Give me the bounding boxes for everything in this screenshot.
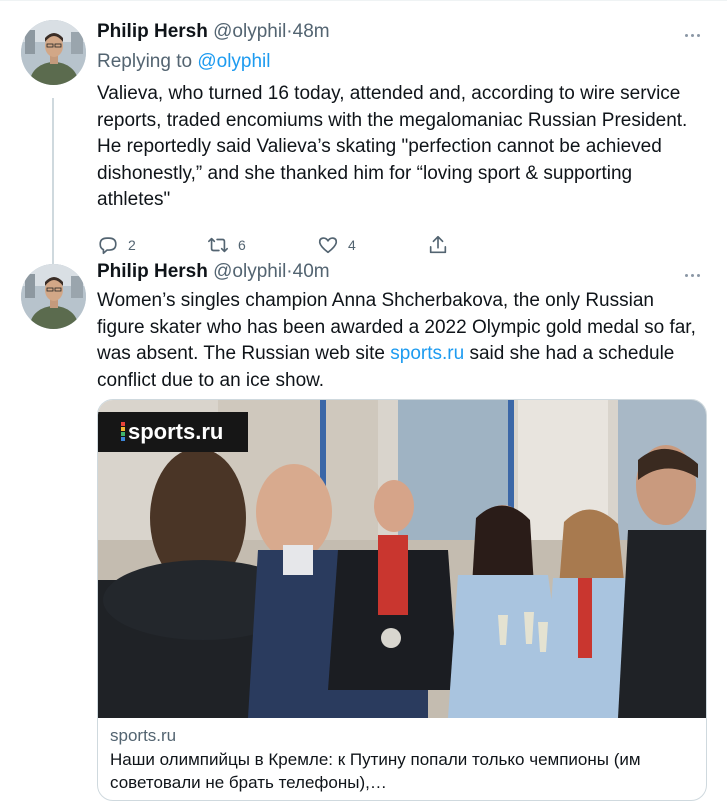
card-meta: sports.ru Наши олимпийцы в Кремле: к Пут…: [110, 724, 694, 794]
top-divider: [0, 0, 727, 1]
share-button[interactable]: [427, 234, 458, 256]
tweet-text: Women’s singles champion Anna Shcherbako…: [97, 288, 705, 394]
author-handle[interactable]: @olyphil: [213, 261, 286, 282]
link-card[interactable]: sports.ru sports.ru Наши олимпийцы в Кре…: [97, 399, 707, 801]
avatar[interactable]: [21, 20, 86, 85]
author-name[interactable]: Philip Hersh: [97, 261, 208, 282]
avatar[interactable]: [21, 264, 86, 329]
brand-text: sports.ru: [128, 419, 224, 444]
author-name[interactable]: Philip Hersh: [97, 21, 208, 42]
reply-count: 2: [128, 236, 136, 253]
brand-logo-icon: [121, 422, 125, 442]
card-domain: sports.ru: [110, 726, 177, 745]
like-count: 4: [348, 236, 356, 253]
tweet-link[interactable]: sports.ru: [390, 343, 464, 364]
replying-to-handle[interactable]: @olyphil: [197, 51, 270, 72]
thread-line: [52, 98, 54, 274]
tweet-header: Philip Hersh @olyphil·40m: [97, 258, 705, 286]
like-button[interactable]: 4: [317, 234, 356, 256]
tweet[interactable]: Philip Hersh @olyphil·48m Replying to @o…: [0, 14, 727, 274]
retweet-count: 6: [238, 236, 246, 253]
retweet-icon: [208, 237, 228, 252]
like-icon: [318, 236, 338, 253]
share-icon: [429, 235, 447, 253]
brand-badge: sports.ru: [98, 412, 248, 452]
reply-icon: [99, 236, 117, 254]
reply-button[interactable]: 2: [97, 234, 136, 256]
retweet-button[interactable]: 6: [207, 234, 246, 256]
tweet-header: Philip Hersh @olyphil·48m: [97, 18, 705, 46]
replying-prefix: Replying to: [97, 51, 193, 72]
timestamp[interactable]: 48m: [293, 21, 330, 42]
more-icon[interactable]: [685, 264, 705, 280]
more-icon[interactable]: [685, 24, 705, 40]
tweet-text: Valieva, who turned 16 today, attended a…: [97, 83, 688, 210]
card-title: Наши олимпийцы в Кремле: к Путину попали…: [110, 750, 641, 792]
card-image[interactable]: sports.ru: [98, 400, 706, 718]
replying-to: Replying to @olyphil: [97, 48, 705, 75]
author-handle[interactable]: @olyphil: [213, 21, 286, 42]
tweet[interactable]: Philip Hersh @olyphil·40m Women’s single…: [0, 258, 727, 801]
timestamp[interactable]: 40m: [293, 261, 330, 282]
